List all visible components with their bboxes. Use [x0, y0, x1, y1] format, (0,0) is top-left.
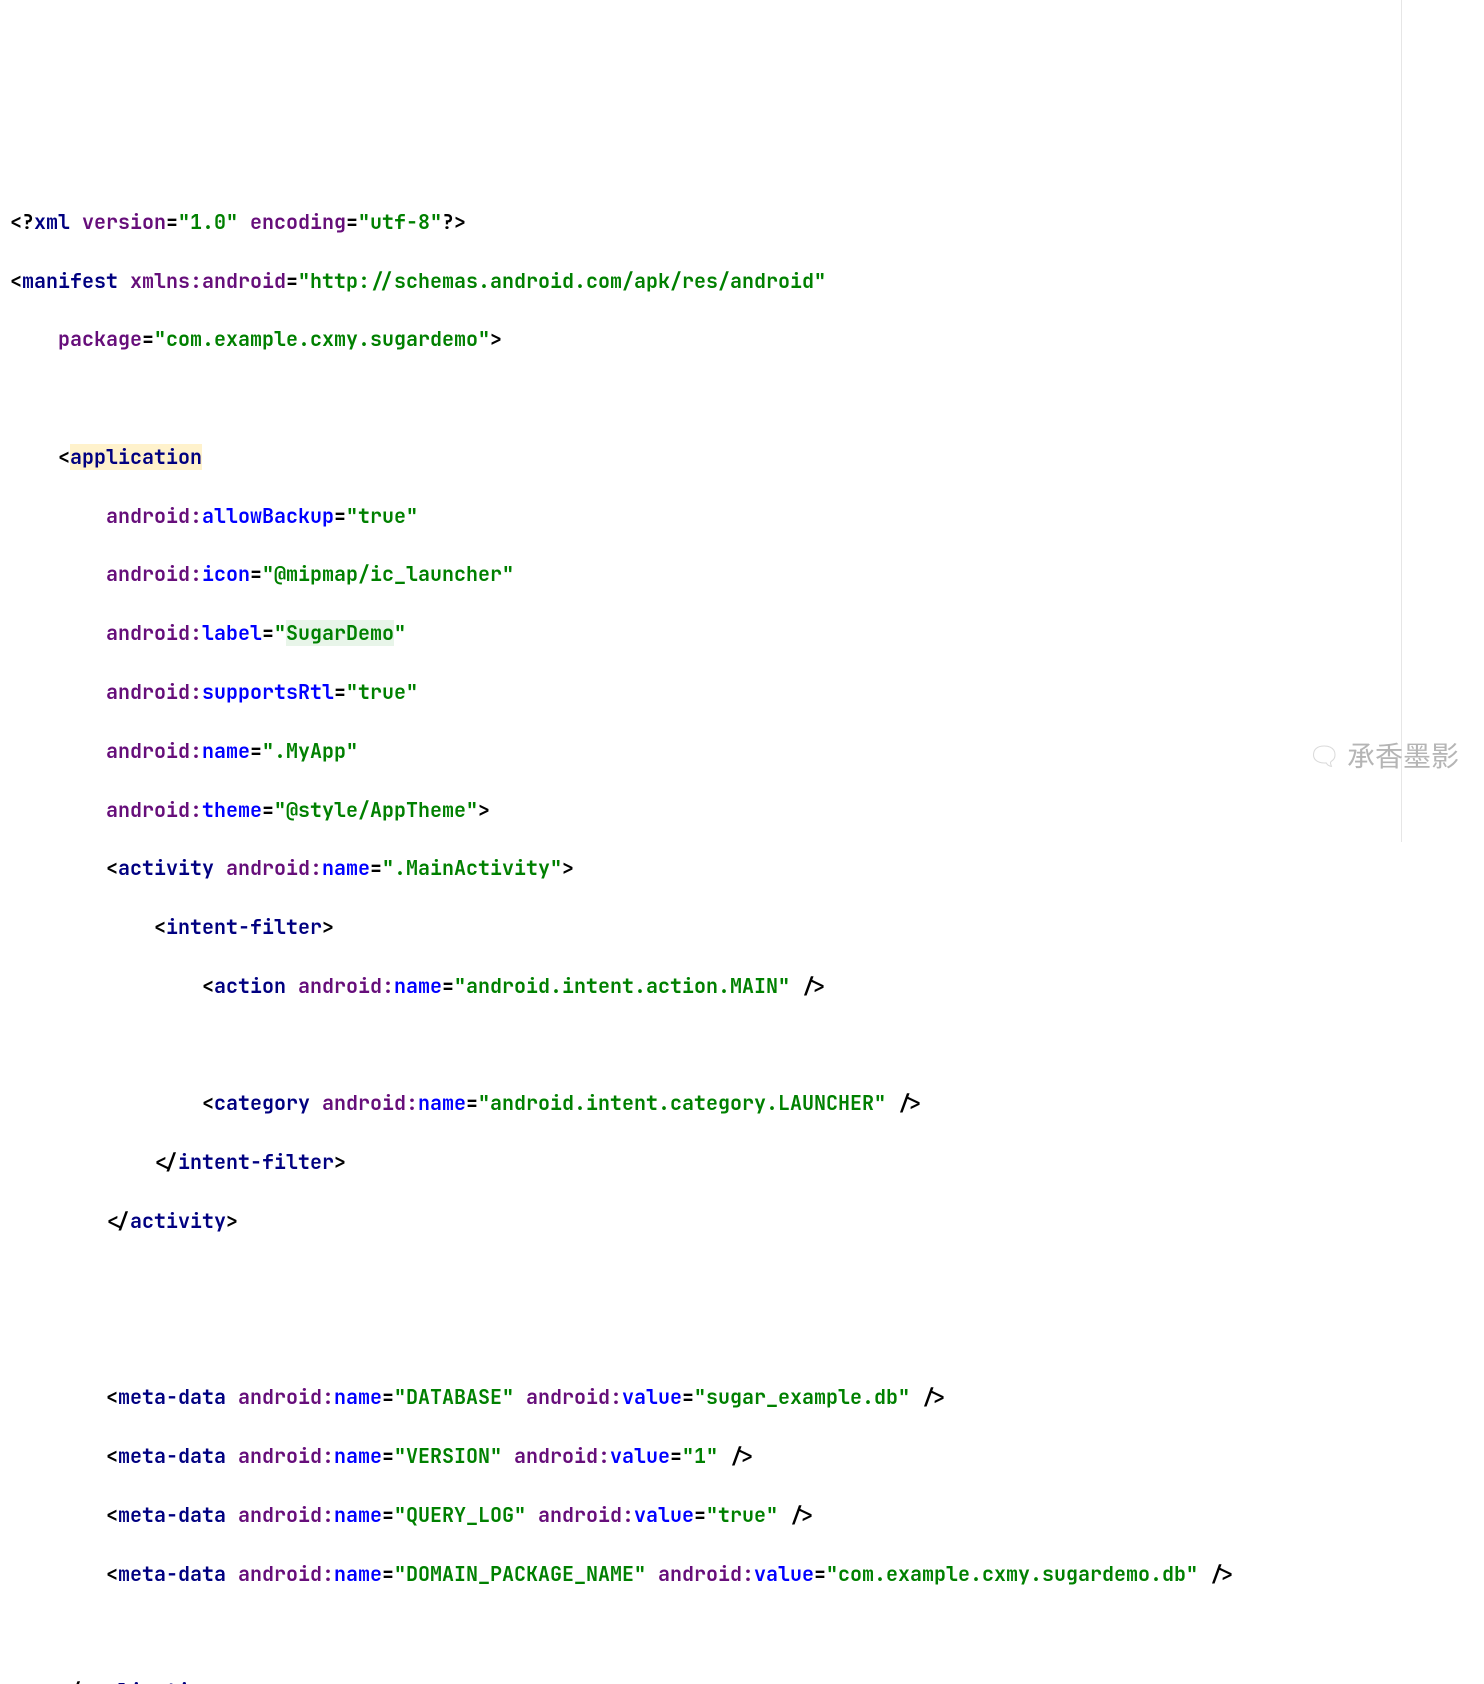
code-line: android:icon="@mipmap/ic_launcher" — [10, 560, 1474, 589]
code-line: </activity> — [10, 1207, 1474, 1236]
code-line: <application — [10, 443, 1474, 472]
code-line: package="com.example.cxmy.sugardemo"> — [10, 325, 1474, 354]
code-line: <?xml version="1.0" encoding="utf-8"?> — [10, 208, 1474, 237]
code-line: </intent-filter> — [10, 1148, 1474, 1177]
code-line: <meta-data android:name="DOMAIN_PACKAGE_… — [10, 1560, 1474, 1589]
code-line: <intent-filter> — [10, 913, 1474, 942]
code-line: android:label="SugarDemo" — [10, 619, 1474, 648]
code-line: <meta-data android:name="QUERY_LOG" andr… — [10, 1501, 1474, 1530]
code-line — [10, 1031, 1474, 1060]
code-line: android:allowBackup="true" — [10, 502, 1474, 531]
code-line — [10, 384, 1474, 413]
code-line: android:supportsRtl="true" — [10, 678, 1474, 707]
code-line: <action android:name="android.intent.act… — [10, 972, 1474, 1001]
code-line: android:name=".MyApp" — [10, 737, 1474, 766]
code-line — [10, 1325, 1474, 1354]
code-line: android:theme="@style/AppTheme"> — [10, 796, 1474, 825]
code-line: <activity android:name=".MainActivity"> — [10, 854, 1474, 883]
code-line — [10, 1618, 1474, 1647]
code-editor[interactable]: <?xml version="1.0" encoding="utf-8"?> <… — [0, 176, 1484, 1684]
watermark: 🗨 承香墨影 — [1308, 736, 1459, 777]
code-line: <category android:name="android.intent.c… — [10, 1089, 1474, 1118]
code-line: <manifest xmlns:android="http://schemas.… — [10, 267, 1474, 296]
code-line: <meta-data android:name="DATABASE" andro… — [10, 1383, 1474, 1412]
code-line: <meta-data android:name="VERSION" androi… — [10, 1442, 1474, 1471]
code-line: 💡 </application> — [10, 1677, 1474, 1684]
watermark-text: 承香墨影 — [1347, 736, 1459, 777]
code-line — [10, 1266, 1474, 1295]
wechat-icon: 🗨 — [1308, 737, 1341, 775]
